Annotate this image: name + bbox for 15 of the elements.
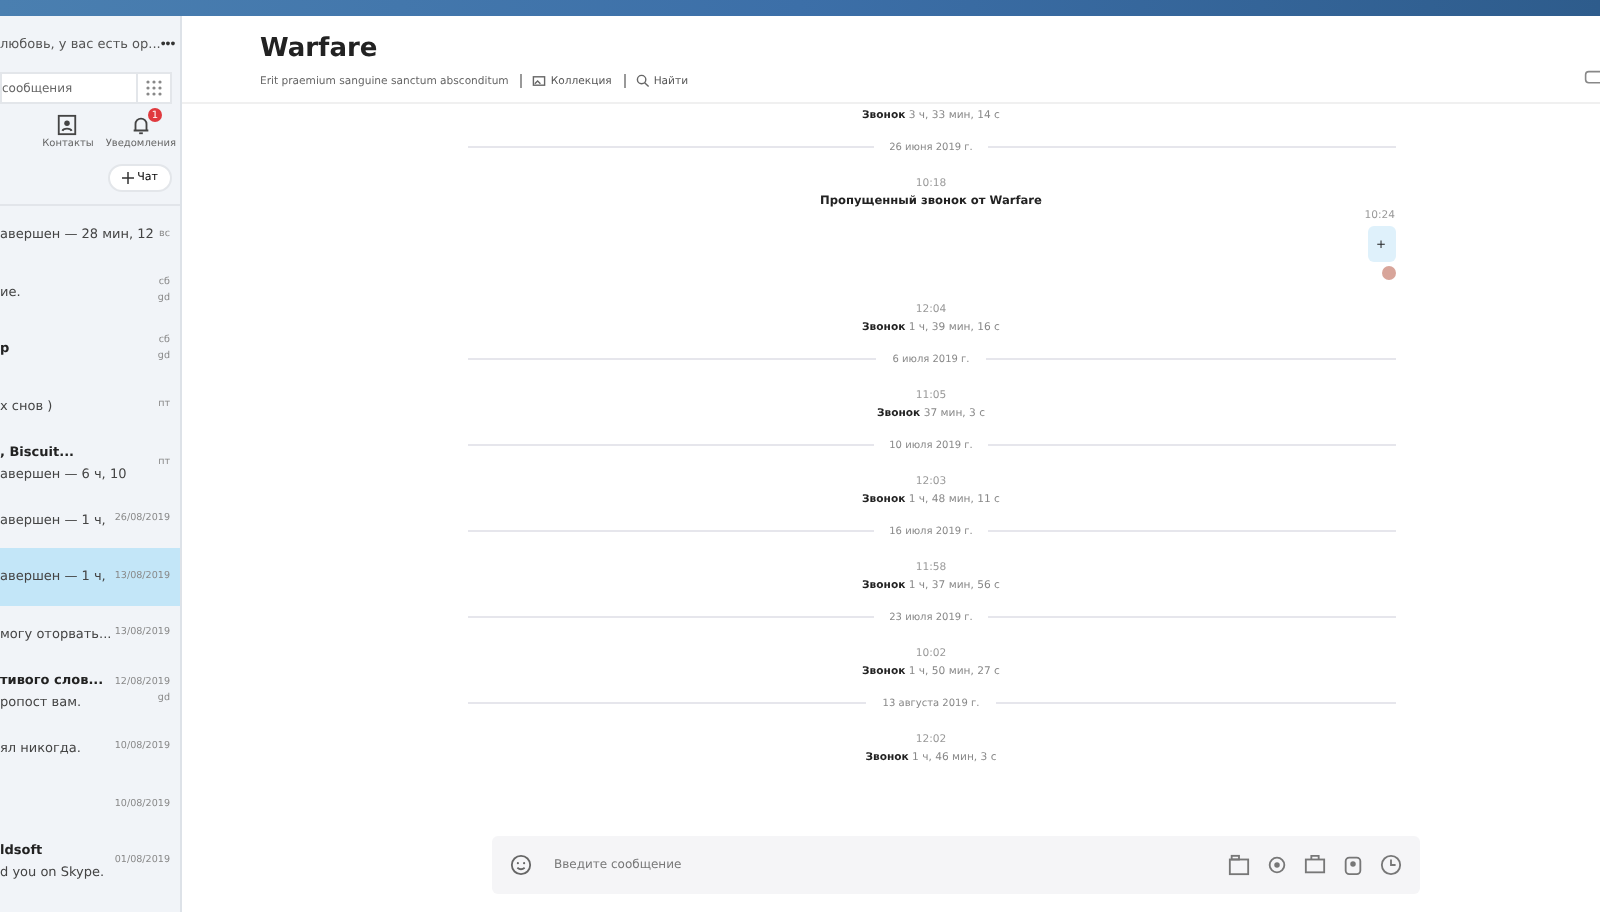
dialpad-icon[interactable] xyxy=(136,72,172,104)
gallery-icon[interactable] xyxy=(1228,854,1250,876)
chat-bubble-icon[interactable] xyxy=(1584,68,1600,88)
clock-icon[interactable] xyxy=(1380,854,1402,876)
emoji-icon[interactable] xyxy=(510,854,532,876)
search-icon xyxy=(635,74,650,88)
bell-icon xyxy=(129,114,152,136)
plus-icon xyxy=(121,172,134,184)
gallery-icon xyxy=(532,74,547,88)
contact-card-icon[interactable] xyxy=(1342,854,1364,876)
conversation-title: Warfare xyxy=(260,34,380,64)
contacts-icon xyxy=(56,114,79,136)
file-icon[interactable] xyxy=(1304,854,1326,876)
avatar-icon xyxy=(1381,266,1395,280)
location-icon[interactable] xyxy=(1266,854,1288,876)
